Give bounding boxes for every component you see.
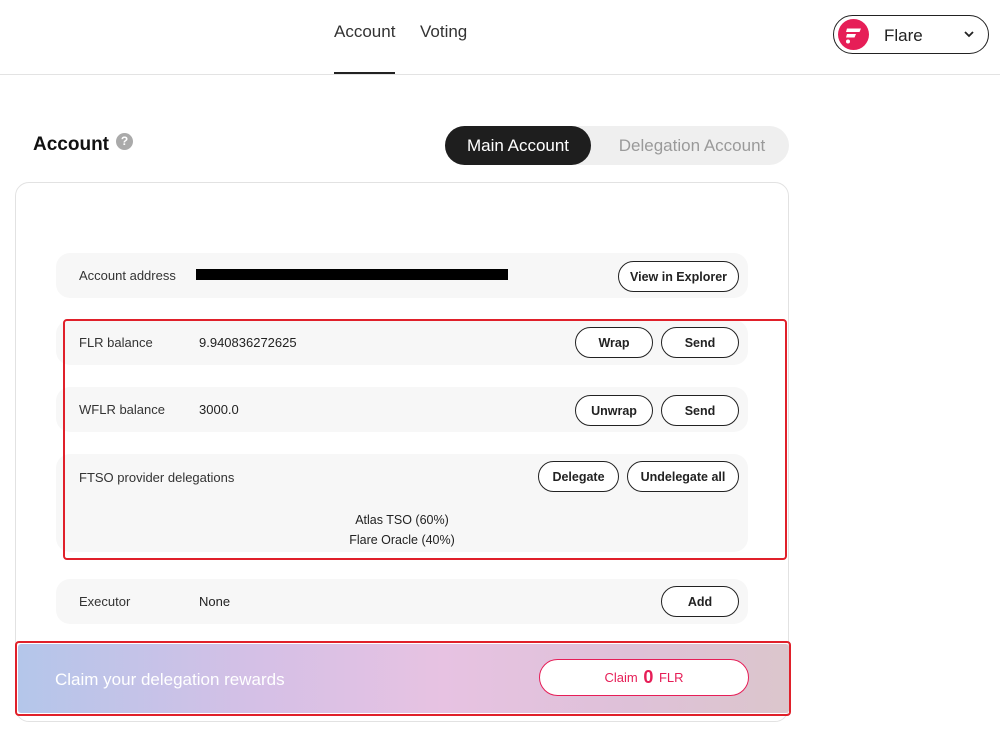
network-selector[interactable]: Flare	[833, 15, 989, 54]
wflr-balance-value: 3000.0	[199, 402, 239, 417]
claim-amount: 0	[643, 667, 654, 687]
wflr-balance-label: WFLR balance	[79, 402, 165, 417]
account-type-toggle: Main Account Delegation Account	[445, 126, 789, 165]
page-title: Account	[33, 134, 109, 155]
network-name: Flare	[884, 26, 923, 45]
send-wflr-button[interactable]: Send	[661, 395, 739, 426]
executor-row: Executor None Add	[56, 579, 748, 624]
nav-tab-account[interactable]: Account	[334, 22, 396, 74]
toggle-delegation-account[interactable]: Delegation Account	[595, 126, 789, 165]
unwrap-button[interactable]: Unwrap	[575, 395, 653, 426]
toggle-main-account[interactable]: Main Account	[445, 126, 591, 165]
undelegate-all-button[interactable]: Undelegate all	[627, 461, 739, 492]
claim-button-label: Claim	[604, 670, 638, 685]
nav-tab-voting[interactable]: Voting	[420, 22, 467, 42]
flr-balance-value: 9.940836272625	[199, 335, 297, 350]
wrap-button[interactable]: Wrap	[575, 327, 653, 358]
claim-unit: FLR	[658, 670, 684, 685]
flr-balance-label: FLR balance	[79, 335, 153, 350]
account-address-row: Account address View in Explorer	[56, 253, 748, 298]
ftso-delegations-row: FTSO provider delegations Delegate Undel…	[56, 454, 748, 552]
delegate-button[interactable]: Delegate	[538, 461, 619, 492]
executor-value: None	[199, 594, 231, 609]
wflr-balance-row: WFLR balance 3000.0 Unwrap Send	[56, 387, 748, 432]
flr-balance-row: FLR balance 9.940836272625 Wrap Send	[56, 320, 748, 365]
claim-rewards-text: Claim your delegation rewards	[55, 670, 285, 689]
executor-label: Executor	[79, 594, 131, 609]
chevron-down-icon	[962, 27, 976, 46]
view-in-explorer-button[interactable]: View in Explorer	[618, 261, 739, 292]
top-nav-bar: Account Voting Flare	[0, 0, 1000, 75]
ftso-delegations-label: FTSO provider delegations	[79, 470, 235, 485]
delegation-item: Flare Oracle (40%)	[349, 533, 455, 547]
redacted-address	[196, 269, 508, 280]
send-flr-button[interactable]: Send	[661, 327, 739, 358]
claim-rewards-banner: Claim your delegation rewards Claim 0 FL…	[18, 644, 789, 713]
delegation-item: Atlas TSO (60%)	[355, 513, 449, 527]
add-executor-button[interactable]: Add	[661, 586, 739, 617]
flare-logo-icon	[838, 19, 869, 50]
claim-rewards-button[interactable]: Claim 0 FLR	[539, 659, 749, 696]
account-address-label: Account address	[79, 268, 176, 283]
help-icon[interactable]: ?	[116, 133, 133, 150]
